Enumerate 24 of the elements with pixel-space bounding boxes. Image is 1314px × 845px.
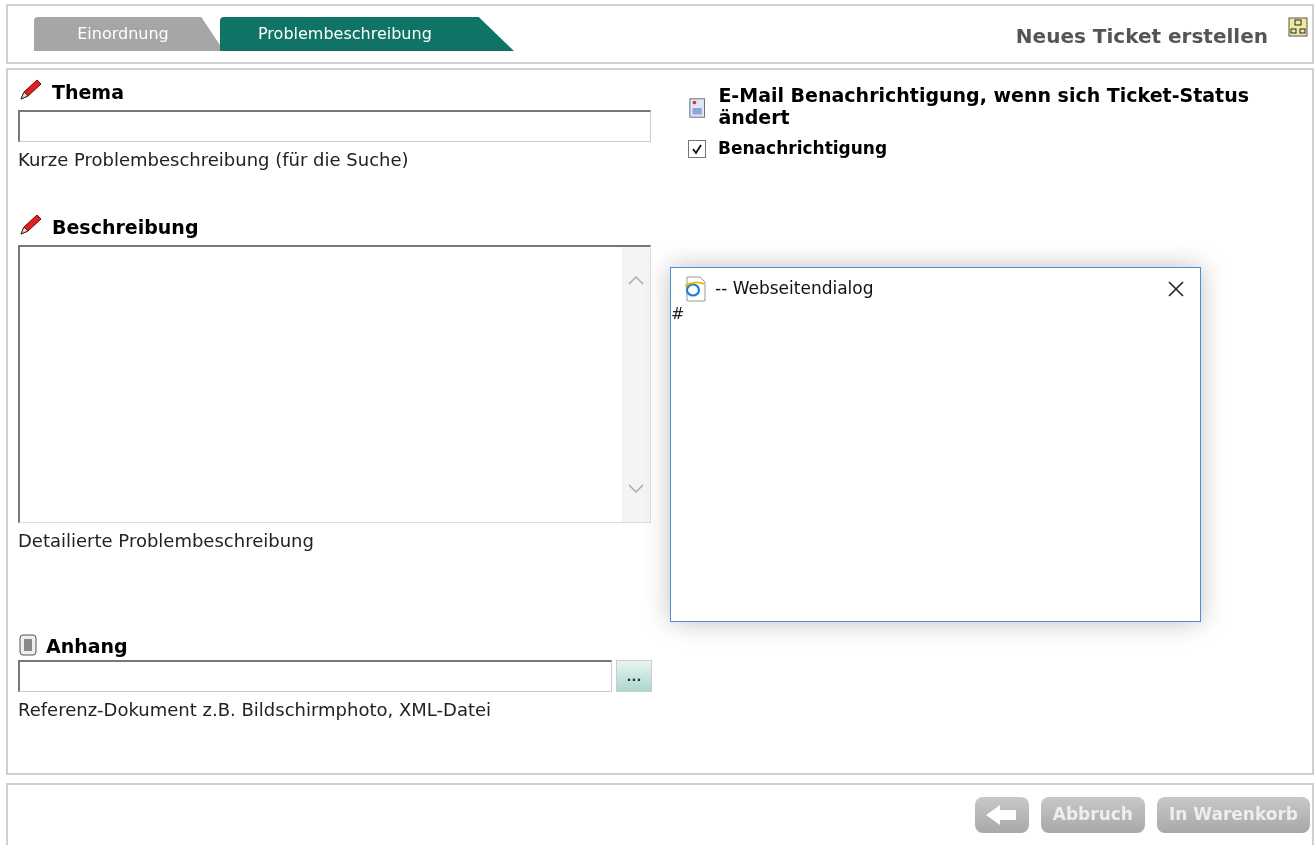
field-label: Thema [52,83,124,102]
field-hint: Kurze Problembeschreibung (für die Suche) [18,148,410,172]
field-label: Beschreibung [52,218,199,237]
checkmark-icon [691,142,703,155]
dialog-title: -- Webseitendialog [715,277,874,301]
attachment-input[interactable] [18,660,612,692]
notification-heading: E-Mail Benachrichtigung, wenn sich Ticket-Status ändert [718,84,1251,128]
field-label: Anhang [46,637,128,656]
field-hint: Detailierte Problembeschreibung [18,529,315,553]
network-icon[interactable] [1288,17,1308,37]
dialog-body: # [671,306,686,322]
browse-button[interactable]: ... [616,660,652,692]
pencil-icon [18,78,44,102]
checkbox-label: Benachrichtigung [718,137,888,160]
thema-input[interactable] [18,110,651,142]
email-icon [688,96,707,120]
tab[interactable]: Problembeschreibung [220,17,514,51]
notification-checkbox[interactable] [688,139,706,158]
browser-icon [683,276,707,302]
close-icon [1167,280,1185,298]
field-hint: Referenz-Dokument z.B. Bildschirmphoto, XML-Datei [18,698,493,722]
document-icon [18,634,38,656]
pencil-icon [18,213,44,237]
page-title: Neues Ticket erstellen [1015,23,1268,50]
